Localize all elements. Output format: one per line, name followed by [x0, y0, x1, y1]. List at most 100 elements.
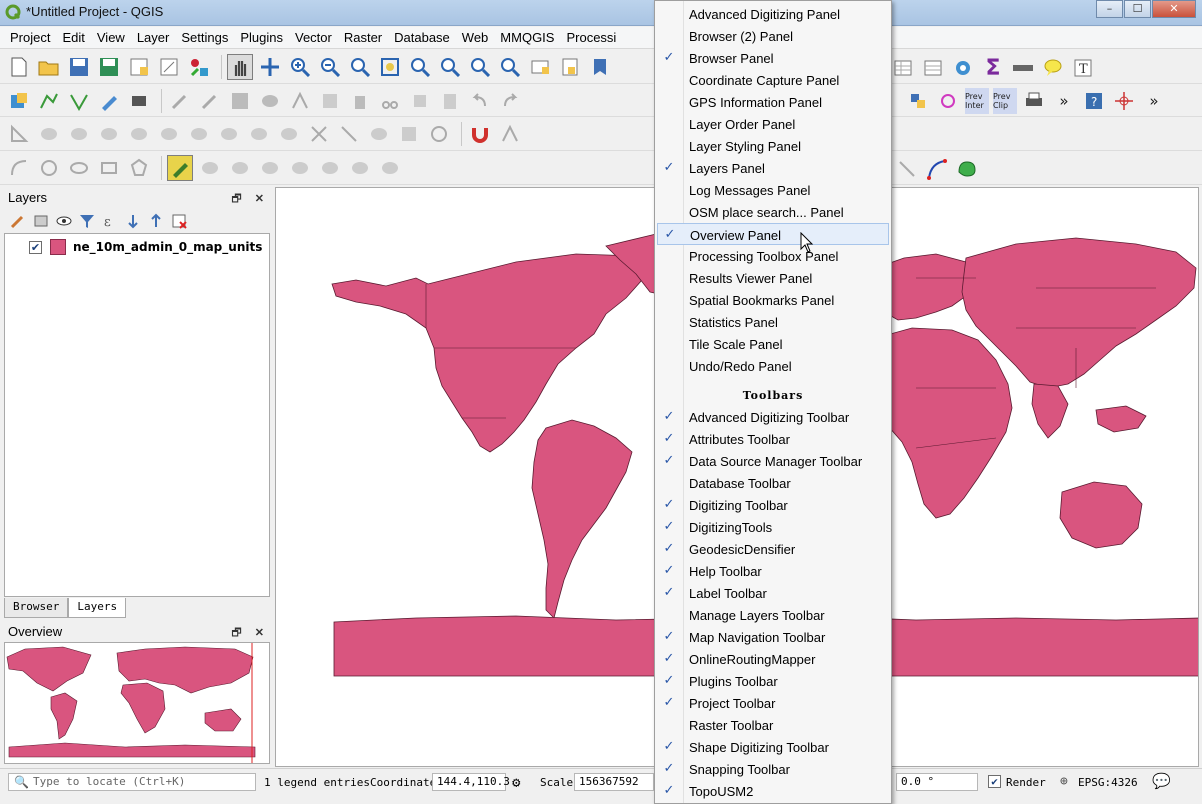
tab-browser[interactable]: Browser — [4, 598, 69, 618]
print-icon[interactable] — [1021, 88, 1047, 114]
digitizing-tool-7-icon[interactable] — [347, 155, 373, 181]
add-vector-layer-icon[interactable] — [36, 88, 62, 114]
toolbar-menu-item[interactable]: ✓ TopoUSM2 — [657, 780, 889, 802]
simplify-feature-icon[interactable] — [66, 121, 92, 147]
toolbar-menu-item[interactable]: ✓ Advanced Digitizing Toolbar — [657, 406, 889, 428]
menu-raster[interactable]: Raster — [338, 30, 388, 45]
python-console-icon[interactable] — [905, 88, 931, 114]
panel-menu-item[interactable]: Layer Styling Panel — [657, 135, 889, 157]
minimize-button[interactable]: – — [1096, 0, 1123, 18]
panel-menu-item[interactable]: Tile Scale Panel — [657, 333, 889, 355]
toolbar-menu-item[interactable]: ✓ OnlineRoutingMapper — [657, 648, 889, 670]
split-features-icon[interactable] — [306, 121, 332, 147]
online-routing-icon[interactable] — [954, 156, 980, 182]
snapping-magnet-icon[interactable] — [467, 121, 493, 147]
vertex-tool-icon[interactable] — [287, 88, 313, 114]
add-regular-polygon-icon[interactable] — [126, 155, 152, 181]
menu-project[interactable]: Project — [4, 30, 56, 45]
delete-part-icon[interactable] — [216, 121, 242, 147]
add-circular-string-icon[interactable] — [6, 155, 32, 181]
panel-menu-item[interactable]: Layer Order Panel — [657, 113, 889, 135]
coordinate-field[interactable]: 144.4,110.3 — [432, 773, 510, 791]
toolbar-menu-item[interactable]: Raster Toolbar — [657, 714, 889, 736]
gps-icon[interactable] — [126, 88, 152, 114]
text-annotation-icon[interactable]: T — [1070, 55, 1096, 81]
save-edits-icon[interactable] — [227, 88, 253, 114]
style-manager-icon[interactable] — [186, 54, 212, 80]
redo-icon[interactable] — [497, 88, 523, 114]
toolbar-menu-item[interactable]: ✓ Data Source Manager Toolbar — [657, 450, 889, 472]
panel-menu-item[interactable]: Processing Toolbox Panel — [657, 245, 889, 267]
menu-web[interactable]: Web — [456, 30, 495, 45]
panel-menu-item[interactable]: Spatial Bookmarks Panel — [657, 289, 889, 311]
render-checkbox[interactable]: ✔ — [988, 775, 1001, 788]
offset-curve-icon[interactable] — [276, 121, 302, 147]
crs-globe-icon[interactable]: ⊕ — [1060, 774, 1068, 789]
collapse-all-icon[interactable] — [146, 211, 166, 231]
map-tips-icon[interactable] — [1040, 55, 1066, 81]
menu-database[interactable]: Database — [388, 30, 456, 45]
data-source-manager-icon[interactable] — [6, 88, 32, 114]
zoom-to-selection-icon[interactable] — [407, 54, 433, 80]
menu-edit[interactable]: Edit — [56, 30, 90, 45]
layout-manager-icon[interactable] — [156, 54, 182, 80]
close-panel-icon[interactable]: ✕ — [255, 193, 264, 205]
close-button[interactable]: ✕ — [1152, 0, 1196, 18]
toolbar-menu-item[interactable]: ✓ Attributes Toolbar — [657, 428, 889, 450]
copy-features-icon[interactable] — [407, 88, 433, 114]
float-overview-icon[interactable]: 🗗 — [231, 627, 241, 639]
open-project-icon[interactable] — [36, 54, 62, 80]
messages-icon[interactable]: 💬 — [1152, 772, 1171, 790]
prev-inter-icon[interactable]: Prev Inter — [965, 88, 989, 114]
zoom-native-icon[interactable] — [347, 54, 373, 80]
maximize-button[interactable]: ☐ — [1124, 0, 1151, 18]
modify-attributes-icon[interactable] — [317, 88, 343, 114]
pan-to-selection-icon[interactable] — [257, 54, 283, 80]
tab-layers[interactable]: Layers — [68, 598, 127, 618]
panel-menu-item[interactable]: Statistics Panel — [657, 311, 889, 333]
digitizing-tool-4-icon[interactable] — [257, 155, 283, 181]
more-tools-chevron-icon[interactable]: » — [1051, 88, 1077, 114]
show-bookmarks-icon[interactable] — [587, 54, 613, 80]
toolbar-menu-item[interactable]: ✓ Snapping Toolbar — [657, 758, 889, 780]
menu-mmqgis[interactable]: MMQGIS — [494, 30, 560, 45]
toggle-editing-icon[interactable] — [167, 88, 193, 114]
add-part-icon[interactable] — [126, 121, 152, 147]
expand-all-icon[interactable] — [123, 211, 143, 231]
panel-menu-item[interactable]: Browser (2) Panel — [657, 25, 889, 47]
cut-features-icon[interactable] — [377, 88, 403, 114]
locator-search[interactable]: 🔍 Type to locate (Ctrl+K) — [8, 773, 256, 791]
toolbar-menu-item[interactable]: ✓ Shape Digitizing Toolbar — [657, 736, 889, 758]
reshape-features-icon[interactable] — [246, 121, 272, 147]
float-panel-icon[interactable]: 🗗 — [231, 193, 241, 205]
new-print-layout-icon[interactable] — [126, 54, 152, 80]
zoom-to-layer-icon[interactable] — [437, 54, 463, 80]
menu-settings[interactable]: Settings — [175, 30, 234, 45]
field-calculator-icon[interactable] — [920, 55, 946, 81]
toolbar-menu-item[interactable]: Manage Layers Toolbar — [657, 604, 889, 626]
grid-tool-icon[interactable] — [894, 156, 920, 182]
panel-menu-item[interactable]: Undo/Redo Panel — [657, 355, 889, 377]
panel-menu-item[interactable]: GPS Information Panel — [657, 91, 889, 113]
add-ring-icon[interactable] — [96, 121, 122, 147]
delete-selected-icon[interactable] — [347, 88, 373, 114]
manage-visibility-icon[interactable] — [54, 211, 74, 231]
save-as-icon[interactable] — [96, 54, 122, 80]
new-map-view-icon[interactable] — [527, 54, 553, 80]
toolbar-menu-item[interactable]: ✓ GeodesicDensifier — [657, 538, 889, 560]
attribute-table-icon[interactable] — [890, 55, 916, 81]
filter-expression-icon[interactable]: ε — [100, 211, 120, 231]
style-layer-icon[interactable] — [8, 211, 28, 231]
prev-clip-icon[interactable]: Prev Clip — [993, 88, 1017, 114]
menu-layer[interactable]: Layer — [131, 30, 176, 45]
rotate-feature-icon[interactable] — [36, 121, 62, 147]
toolbar-menu-item[interactable]: ✓ Map Navigation Toolbar — [657, 626, 889, 648]
rotate-point-symbols-icon[interactable] — [426, 121, 452, 147]
digitize-pencil-icon[interactable] — [96, 88, 122, 114]
save-project-icon[interactable] — [66, 54, 92, 80]
merge-features-icon[interactable] — [366, 121, 392, 147]
measure-icon[interactable] — [1010, 55, 1036, 81]
add-raster-layer-icon[interactable] — [66, 88, 92, 114]
panel-menu-item[interactable]: Log Messages Panel — [657, 179, 889, 201]
digitizing-tool-3-icon[interactable] — [227, 155, 253, 181]
